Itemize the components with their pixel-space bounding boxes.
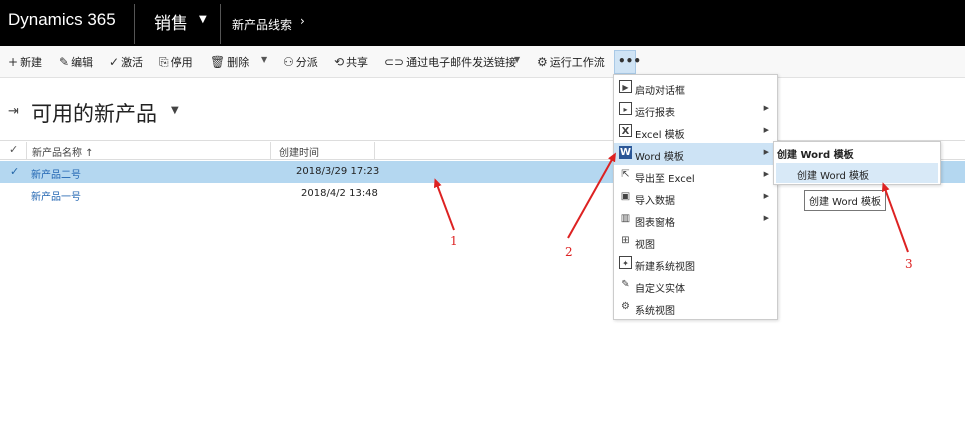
- new-button[interactable]: + 新建: [8, 54, 42, 70]
- menu-item-word-template[interactable]: W Word 模板 ▶: [614, 143, 777, 165]
- assign-icon: ⚇: [283, 55, 294, 69]
- check-icon: ✓: [109, 55, 120, 69]
- ellipsis-icon: •••: [618, 54, 642, 68]
- menu-item-view[interactable]: ⊞ 视图: [614, 231, 777, 253]
- row-checkbox[interactable]: ✓: [10, 165, 19, 178]
- email-link-button[interactable]: ⊂⊃ 通过电子邮件发送链接: [384, 54, 516, 70]
- breadcrumb-entity[interactable]: 新产品线索: [232, 16, 292, 33]
- record-created: 2018/4/2 13:48: [301, 188, 378, 199]
- delete-button[interactable]: 🗑︎ 删除: [210, 54, 249, 70]
- overflow-menu: ▶ 启动对话框 ▸ 运行报表 ▶ X Excel 模板 ▶ W Word 模板 …: [613, 74, 778, 320]
- export-excel-icon: ⇱: [621, 169, 630, 180]
- annotation-label-3: 3: [905, 257, 913, 271]
- create-word-template-item[interactable]: 创建 Word 模板: [776, 163, 938, 183]
- plus-icon: +: [8, 55, 19, 69]
- deactivate-icon: ⎘: [159, 55, 169, 69]
- chevron-right-icon: ▶: [763, 214, 769, 222]
- column-divider: [374, 142, 375, 159]
- word-icon: W: [619, 146, 632, 159]
- chevron-down-icon[interactable]: ▼: [199, 14, 207, 25]
- record-created: 2018/3/29 17:23: [296, 166, 380, 177]
- import-icon: ▣: [620, 191, 631, 202]
- column-divider: [26, 142, 27, 159]
- record-name-link[interactable]: 新产品一号: [31, 188, 81, 203]
- assign-button[interactable]: ⚇ 分派: [283, 54, 318, 70]
- menu-item-new-system-view[interactable]: ✦ 新建系统视图: [614, 253, 777, 275]
- excel-icon: X: [619, 124, 632, 137]
- menu-item-chart-pane[interactable]: ▥ 图表窗格 ▶: [614, 209, 777, 231]
- new-view-icon: ✦: [619, 256, 632, 269]
- share-icon: ⟲: [334, 55, 345, 69]
- chevron-down-icon[interactable]: ▼: [171, 105, 179, 116]
- annotation-label-1: 1: [450, 234, 458, 248]
- word-template-submenu: 创建 Word 模板 创建 Word 模板: [773, 141, 941, 185]
- view-title[interactable]: 可用的新产品: [31, 98, 157, 128]
- edit-button[interactable]: ✎ 编辑: [59, 54, 93, 70]
- chevron-right-icon[interactable]: ›: [300, 14, 305, 28]
- pin-icon[interactable]: ⇥: [8, 104, 19, 119]
- chevron-right-icon: ▶: [763, 148, 769, 156]
- menu-item-excel-template[interactable]: X Excel 模板 ▶: [614, 121, 777, 143]
- run-workflow-button[interactable]: ⚙ 运行工作流: [537, 54, 605, 70]
- link-icon: ⊂⊃: [384, 55, 405, 69]
- record-name-link[interactable]: 新产品二号: [31, 166, 81, 181]
- pencil-icon: ✎: [59, 55, 70, 69]
- gear-icon: ⚙: [621, 301, 630, 312]
- deactivate-button[interactable]: ⎘ 停用: [159, 54, 193, 70]
- select-all-checkbox[interactable]: ✓: [9, 143, 18, 156]
- caret-down-icon[interactable]: ▼: [261, 55, 267, 64]
- chevron-right-icon: ▶: [763, 126, 769, 134]
- column-header-name[interactable]: 新产品名称 ↑: [32, 144, 94, 159]
- more-commands-button[interactable]: •••: [614, 50, 641, 74]
- nav-divider: [220, 4, 221, 44]
- dynamics-app: Dynamics 365 销售 ▼ 新产品线索 › + 新建 ✎ 编辑 ✓ 激活 ⎘ 停…: [0, 0, 965, 436]
- customize-icon: ✎: [621, 279, 630, 290]
- column-divider: [270, 142, 271, 159]
- workflow-icon: ⚙: [537, 55, 548, 69]
- menu-item-run-report[interactable]: ▸ 运行报表 ▶: [614, 99, 777, 121]
- area-selector[interactable]: 销售: [154, 9, 188, 34]
- dialog-icon: ▶: [619, 80, 632, 93]
- chart-icon: ▥: [620, 213, 631, 224]
- column-header-created[interactable]: 创建时间: [279, 144, 319, 159]
- command-bar: + 新建 ✎ 编辑 ✓ 激活 ⎘ 停用 🗑︎ 删除 ▼ ⚇ 分派 ⟲ 共享 ⊂⊃ 通过电子邮件发…: [0, 46, 965, 78]
- activate-button[interactable]: ✓ 激活: [109, 54, 143, 70]
- menu-item-export-excel[interactable]: ⇱ 导出至 Excel ▶: [614, 165, 777, 187]
- tooltip: 创建 Word 模板: [804, 190, 887, 211]
- menu-item-system-views[interactable]: ⚙ 系统视图: [614, 297, 777, 319]
- chevron-right-icon: ▶: [763, 192, 769, 200]
- chevron-right-icon: ▶: [763, 104, 769, 112]
- chevron-right-icon: ▶: [763, 170, 769, 178]
- report-icon: ▸: [619, 102, 632, 115]
- brand-title[interactable]: Dynamics 365: [8, 10, 116, 30]
- menu-item-import-data[interactable]: ▣ 导入数据 ▶: [614, 187, 777, 209]
- menu-item-start-dialog[interactable]: ▶ 启动对话框: [614, 77, 777, 99]
- annotation-label-2: 2: [565, 245, 573, 259]
- submenu-heading: 创建 Word 模板: [777, 150, 854, 161]
- view-icon: ⊞: [621, 235, 630, 246]
- top-nav-bar: Dynamics 365 销售 ▼ 新产品线索 ›: [0, 0, 965, 46]
- trash-icon: 🗑︎: [210, 55, 226, 69]
- menu-item-customize-entity[interactable]: ✎ 自定义实体: [614, 275, 777, 297]
- nav-divider: [134, 4, 135, 44]
- caret-down-icon[interactable]: ▼: [514, 55, 520, 64]
- share-button[interactable]: ⟲ 共享: [334, 54, 368, 70]
